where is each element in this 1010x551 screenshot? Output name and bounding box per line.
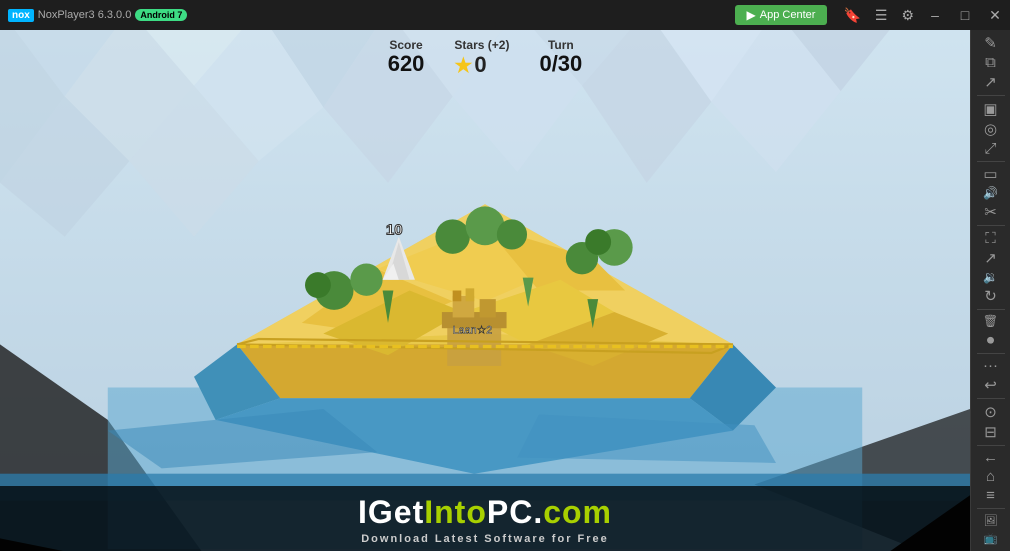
divider-2: [977, 161, 1005, 162]
watermark-sub: Download Latest Software for Free: [0, 533, 970, 545]
divider-3: [977, 225, 1005, 226]
divider-4: [977, 309, 1005, 310]
background-svg: 10 Laan☆2: [0, 30, 970, 551]
android-badge: Android 7: [135, 9, 187, 21]
layers-button[interactable]: ⊟: [973, 423, 1009, 441]
fullscreen-button[interactable]: ⛶: [973, 230, 1009, 247]
game-area[interactable]: 10 Laan☆2 Score 620: [0, 30, 970, 551]
score-label: Score: [388, 38, 425, 52]
wm-com: com: [543, 494, 612, 530]
camera-button[interactable]: ⏺: [973, 332, 1009, 349]
maximize-button[interactable]: □: [950, 0, 980, 30]
hamburger-icon[interactable]: ☰: [869, 0, 894, 30]
close-button[interactable]: ✕: [980, 0, 1010, 30]
export-button[interactable]: ↗: [973, 73, 1009, 91]
edit-button[interactable]: ✎: [973, 34, 1009, 52]
stars-count: 0: [474, 52, 486, 78]
divider-8: [977, 508, 1005, 509]
back-button[interactable]: ←: [973, 449, 1009, 466]
menu-button[interactable]: ≡: [973, 487, 1009, 504]
wm-into: Into: [424, 494, 487, 530]
divider-5: [977, 353, 1005, 354]
watermark-main: IGetIntoPC.com: [0, 494, 970, 531]
star-icon: ★: [454, 53, 472, 78]
turn-display: Turn 0/30: [539, 38, 582, 78]
location-button[interactable]: ◎: [973, 120, 1009, 138]
divider-1: [977, 95, 1005, 96]
wm-pc: PC: [487, 494, 533, 530]
bookmark-icon[interactable]: 🔖: [837, 0, 866, 30]
minimize-button[interactable]: –: [920, 0, 950, 30]
scissors-button[interactable]: ✂: [973, 203, 1009, 221]
score-display: Score 620: [388, 38, 425, 78]
turn-label: Turn: [539, 38, 582, 52]
arrow-up-button[interactable]: ↗: [973, 249, 1009, 267]
screenshot-button[interactable]: ▣: [973, 100, 1009, 118]
wm-i: I: [358, 494, 368, 530]
photo-button[interactable]: 🖼: [973, 513, 1009, 529]
copy-button[interactable]: ⧉: [973, 54, 1009, 71]
nox-logo: nox NoxPlayer3 6.3.0.0 Android 7: [0, 9, 195, 22]
stars-display: Stars (+2) ★ 0: [454, 38, 509, 78]
svg-text:Laan☆2: Laan☆2: [453, 325, 493, 337]
home-button[interactable]: ⌂: [973, 468, 1009, 485]
app-center-label: App Center: [760, 9, 816, 21]
refresh-button[interactable]: ↻: [973, 287, 1009, 305]
undo-button[interactable]: ↩: [973, 376, 1009, 394]
play-icon: ▶: [747, 8, 756, 22]
more-button[interactable]: ···: [973, 357, 1009, 374]
turn-value: 0/30: [539, 52, 582, 76]
expand-button[interactable]: ⤢: [973, 140, 1009, 157]
watermark: IGetIntoPC.com Download Latest Software …: [0, 486, 970, 551]
trash-button[interactable]: 🗑: [973, 313, 1009, 329]
app-version: NoxPlayer3 6.3.0.0: [38, 9, 132, 21]
settings2-button[interactable]: ⊙: [973, 403, 1009, 421]
volume-down-button[interactable]: 🔉: [973, 269, 1009, 285]
title-bar: nox NoxPlayer3 6.3.0.0 Android 7 ▶ App C…: [0, 0, 1010, 30]
settings-icon[interactable]: ⚙: [895, 0, 920, 30]
volume-up-button[interactable]: 🔊: [973, 185, 1009, 201]
monitor-button[interactable]: ▭: [973, 165, 1009, 183]
title-bar-icons: 🔖 ☰ ⚙: [837, 0, 920, 30]
divider-6: [977, 398, 1005, 399]
divider-7: [977, 445, 1005, 446]
score-value: 620: [388, 52, 425, 76]
wm-get: Get: [368, 494, 424, 530]
main-layout: 10 Laan☆2 Score 620: [0, 30, 1010, 551]
stars-value: ★ 0: [454, 52, 509, 78]
right-sidebar: ✎ ⧉ ↗ ▣ ◎ ⤢ ▭ 🔊 ✂ ⛶ ↗ 🔉 ↻ 🗑 ⏺ ··· ↩ ⊙ ⊟ …: [970, 30, 1010, 551]
app-center-button[interactable]: ▶ App Center: [735, 5, 828, 25]
nox-logo-box: nox: [8, 9, 34, 22]
svg-text:10: 10: [386, 221, 403, 238]
wm-dot: .: [533, 494, 543, 530]
hud: Score 620 Stars (+2) ★ 0 Turn 0/30: [388, 38, 583, 78]
stars-label: Stars (+2): [454, 38, 509, 52]
screen-cast-button[interactable]: 📺: [973, 531, 1009, 547]
